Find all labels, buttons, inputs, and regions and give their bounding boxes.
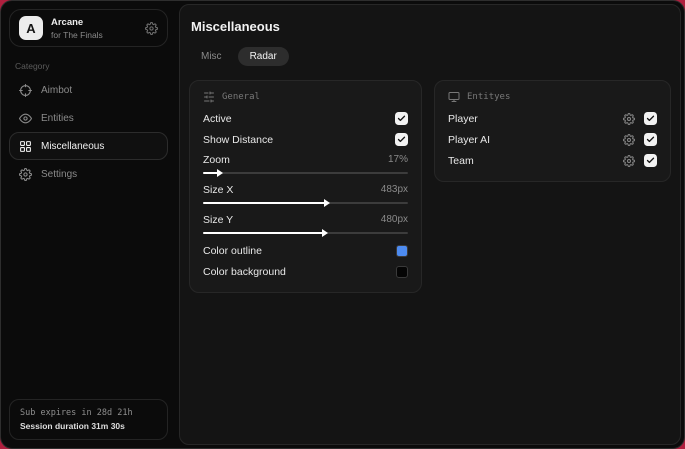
eye-icon <box>19 112 32 125</box>
entity-label: Player <box>448 112 478 125</box>
subscription-card: Sub expires in 28d 21h Session duration … <box>9 399 168 440</box>
app-window: A Arcane for The Finals Category Aimbot E… <box>0 0 685 449</box>
sliders-icon <box>203 91 215 103</box>
general-rows: Active Show Distance Zoom 17% Size X 483px Siz… <box>203 108 409 282</box>
entities-panel-header: Entityes <box>448 91 657 103</box>
sidebar: A Arcane for The Finals Category Aimbot E… <box>1 1 176 448</box>
gear-icon[interactable] <box>623 112 635 125</box>
gear-icon[interactable] <box>623 133 635 146</box>
slider-fill <box>203 202 326 204</box>
setting-row-show-distance: Show Distance <box>203 129 409 150</box>
slider-size-y[interactable] <box>203 229 409 237</box>
gear-icon[interactable] <box>623 154 635 167</box>
setting-label: Size Y <box>203 213 234 226</box>
main-panel: Miscellaneous Misc Radar General Active Sh… <box>179 4 681 445</box>
brand-text: Arcane for The Finals <box>51 17 103 40</box>
gear-icon <box>19 167 32 181</box>
setting-label: Color background <box>203 265 286 278</box>
entity-label: Player AI <box>448 133 491 146</box>
setting-value-zoom: 17% <box>388 154 409 165</box>
brand-title: Arcane <box>51 16 84 28</box>
entities-panel: Entityes Player Player AI Team <box>434 80 671 182</box>
brand-subtitle: for The Finals <box>51 29 103 40</box>
setting-row-color-background: Color background <box>203 261 409 282</box>
setting-row-active: Active <box>203 108 409 129</box>
sidebar-item-label: Aimbot <box>41 84 73 96</box>
slider-fill <box>203 232 324 234</box>
monitor-icon <box>448 91 460 103</box>
setting-row-size-y: Size Y 480px <box>203 210 408 229</box>
sidebar-item-label: Settings <box>41 168 78 180</box>
tab-radar[interactable]: Radar <box>237 47 289 66</box>
setting-label: Show Distance <box>203 133 274 146</box>
entity-row-player-ai: Player AI <box>448 129 657 150</box>
entity-row-player: Player <box>448 108 657 129</box>
crosshair-icon <box>19 83 32 97</box>
session-duration-text: Session duration 31m 30s <box>20 421 125 431</box>
entities-panel-title: Entityes <box>467 92 511 102</box>
sidebar-item-miscellaneous[interactable]: Miscellaneous <box>9 132 168 160</box>
setting-row-zoom: Zoom 17% <box>203 150 408 169</box>
entity-controls <box>623 154 657 167</box>
tab-misc[interactable]: Misc <box>189 47 234 66</box>
slider-zoom[interactable] <box>203 169 409 177</box>
tab-bar: Misc Radar <box>189 47 671 66</box>
slider-thumb[interactable] <box>324 199 330 207</box>
entity-row-team: Team <box>448 150 657 171</box>
brand-card: A Arcane for The Finals <box>9 9 168 47</box>
entity-label: Team <box>448 154 474 167</box>
setting-label: Active <box>203 112 232 125</box>
panels-row: General Active Show Distance Zoom 17% Size X… <box>189 80 671 293</box>
color-swatch-color-background[interactable] <box>396 265 409 278</box>
setting-value-size-x: 483px <box>380 184 409 195</box>
setting-label: Color outline <box>203 244 262 257</box>
slider-thumb[interactable] <box>321 229 328 237</box>
entity-controls <box>623 112 657 125</box>
checkbox-show-distance[interactable] <box>395 133 409 146</box>
checkbox-active[interactable] <box>395 112 409 125</box>
sidebar-item-entities[interactable]: Entities <box>9 104 168 132</box>
entity-rows: Player Player AI Team <box>448 108 657 171</box>
setting-label: Zoom <box>203 153 230 166</box>
sidebar-item-settings[interactable]: Settings <box>9 160 168 188</box>
setting-value-size-y: 480px <box>380 214 409 225</box>
sidebar-item-aimbot[interactable]: Aimbot <box>9 76 168 104</box>
checkbox-team[interactable] <box>644 154 657 167</box>
page-title: Miscellaneous <box>191 19 280 34</box>
general-panel-title: General <box>222 92 260 102</box>
color-swatch-color-outline[interactable] <box>396 244 409 257</box>
setting-label: Size X <box>203 183 234 196</box>
slider-thumb[interactable] <box>217 169 224 177</box>
checkbox-player-ai[interactable] <box>644 133 657 146</box>
setting-row-color-outline: Color outline <box>203 240 409 261</box>
sidebar-item-label: Entities <box>41 112 74 124</box>
sidebar-nav: Aimbot Entities Miscellaneous Settings <box>9 76 168 188</box>
setting-row-size-x: Size X 483px <box>203 180 408 199</box>
general-panel-header: General <box>203 91 408 103</box>
brand-settings-icon[interactable] <box>145 21 158 35</box>
sidebar-item-label: Miscellaneous <box>41 140 105 152</box>
checkbox-player[interactable] <box>644 112 657 125</box>
sub-expiry-text: Sub expires in 28d 21h <box>20 408 133 418</box>
category-label: Category <box>15 61 50 71</box>
slider-track <box>203 172 409 174</box>
entity-controls <box>623 133 657 146</box>
brand-logo: A <box>19 16 43 40</box>
grid-icon <box>19 140 32 153</box>
slider-size-x[interactable] <box>203 199 409 207</box>
general-panel: General Active Show Distance Zoom 17% Size X… <box>189 80 423 293</box>
